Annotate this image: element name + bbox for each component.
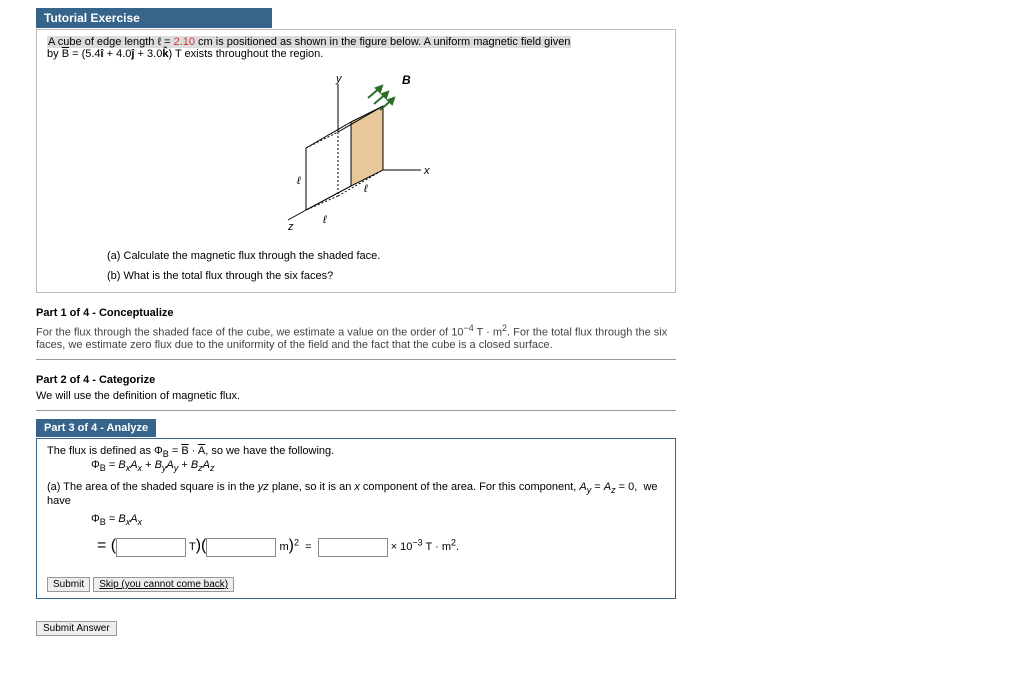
part2-title: Part 2 of 4 - Categorize <box>36 374 676 386</box>
cube-figure: B x y z ℓ ℓ ℓ <box>256 70 456 240</box>
eq2: ΦB = BxAx <box>91 513 665 527</box>
part3-title: Part 3 of 4 - Analyze <box>36 419 156 437</box>
submit-answer-button[interactable]: Submit Answer <box>36 621 117 636</box>
area-text: (a) The area of the shaded square is in … <box>47 481 665 507</box>
part1-text: For the flux through the shaded face of … <box>36 323 676 351</box>
submit-button[interactable]: Submit <box>47 577 90 592</box>
label-ell2: ℓ <box>363 183 368 195</box>
question-b: (b) What is the total flux through the s… <box>107 270 665 282</box>
input-bx[interactable] <box>116 538 186 557</box>
input-length[interactable] <box>206 538 276 557</box>
part2-text: We will use the definition of magnetic f… <box>36 390 676 402</box>
label-y: y <box>335 73 343 85</box>
label-ell3: ℓ <box>296 175 301 187</box>
part3-box: The flux is defined as ΦB = B · A, so we… <box>36 438 676 599</box>
flux-def: The flux is defined as ΦB = B · A, so we… <box>47 445 665 459</box>
label-b: B <box>402 73 411 87</box>
tutorial-header: Tutorial Exercise <box>36 8 272 28</box>
problem-line1: A cube of edge length ℓ = 2.10 cm is pos… <box>47 36 571 48</box>
problem-box: A cube of edge length ℓ = 2.10 cm is pos… <box>36 29 676 293</box>
label-x: x <box>423 165 430 177</box>
calc-line: = ( T)( m)2 = × 10−3 T · m2. <box>97 537 665 557</box>
label-z: z <box>287 221 294 233</box>
input-result[interactable] <box>318 538 388 557</box>
eq-line: ΦB = BxAx + ByAy + BzAz <box>91 459 665 473</box>
problem-line2: by B = (5.4î + 4.0ĵ + 3.0k̂) T exists th… <box>47 48 323 60</box>
vector-b: B <box>62 48 69 60</box>
label-ell1: ℓ <box>322 214 327 226</box>
part1-title: Part 1 of 4 - Conceptualize <box>36 307 676 319</box>
question-a: (a) Calculate the magnetic flux through … <box>107 250 665 262</box>
skip-button[interactable]: Skip (you cannot come back) <box>93 577 234 592</box>
